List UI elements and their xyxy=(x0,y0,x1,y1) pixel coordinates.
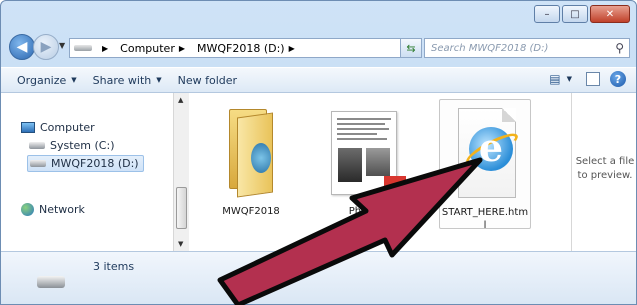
file-list: MWQF2018 Photo ions20 e START_HERE.htm l xyxy=(189,93,571,251)
organize-button[interactable]: Organize ▼ xyxy=(17,74,77,87)
document-thumbnail-icon xyxy=(331,111,406,195)
nav-item-computer[interactable]: Computer xyxy=(21,121,95,134)
window-controls: – □ ✕ xyxy=(532,5,630,23)
maximize-button[interactable]: □ xyxy=(562,5,588,23)
breadcrumb-computer[interactable]: Computer ▶ xyxy=(120,42,191,55)
new-folder-button[interactable]: New folder xyxy=(178,74,237,87)
file-item-folder[interactable]: MWQF2018 xyxy=(205,99,297,229)
share-with-button[interactable]: Share with ▼ xyxy=(93,74,162,87)
computer-icon xyxy=(21,122,35,133)
help-icon[interactable]: ? xyxy=(610,71,626,87)
command-bar: Organize ▼ Share with ▼ New folder ▤ ▼ ? xyxy=(1,67,636,93)
scroll-up-icon[interactable]: ▲ xyxy=(178,96,183,104)
search-icon[interactable]: ⚲ xyxy=(615,41,624,55)
file-item-pdf[interactable]: Photo ions20 xyxy=(317,99,409,230)
nav-item-network[interactable]: Network xyxy=(21,203,85,216)
nav-item-mwqf2018[interactable]: MWQF2018 (D:) xyxy=(27,155,144,172)
forward-button[interactable]: ▶ xyxy=(33,34,59,60)
drive-icon xyxy=(37,276,65,288)
scroll-down-icon[interactable]: ▼ xyxy=(178,240,183,248)
navigation-pane: Computer System (C:) MWQF2018 (D:) Netwo… xyxy=(1,93,173,251)
folder-icon xyxy=(229,109,275,198)
preview-pane-icon[interactable] xyxy=(586,72,600,86)
close-button[interactable]: ✕ xyxy=(590,5,630,23)
nav-item-system-c[interactable]: System (C:) xyxy=(29,139,115,152)
recent-pages-dropdown-icon[interactable]: ▼ xyxy=(59,41,65,50)
nav-scrollbar[interactable]: ▲ ▼ xyxy=(173,93,189,251)
drive-icon xyxy=(30,160,46,167)
preview-pane: Select a file to preview. xyxy=(571,93,636,251)
title-bar: – □ ✕ xyxy=(1,1,636,29)
back-button[interactable]: ◀ xyxy=(9,34,35,60)
minimize-button[interactable]: – xyxy=(534,5,560,23)
drive-icon xyxy=(29,142,45,149)
view-dropdown-icon[interactable]: ▼ xyxy=(567,75,572,83)
scroll-thumb[interactable] xyxy=(176,187,187,229)
explorer-window: – □ ✕ ◀ ▶ ▼ ▶ Computer▶ MWQF2018 (D:)▶ ▼… xyxy=(0,0,637,305)
file-item-start-here[interactable]: e START_HERE.htm l xyxy=(439,99,531,231)
web-page-icon: e xyxy=(458,108,522,198)
search-input[interactable]: Search MWQF2018 (D:) ⚲ xyxy=(424,38,630,58)
internet-explorer-icon: e xyxy=(462,125,522,171)
network-icon xyxy=(21,203,34,216)
address-bar[interactable]: ▶ Computer▶ MWQF2018 (D:)▶ ▼ xyxy=(69,38,419,58)
details-pane: 3 items xyxy=(1,251,636,304)
change-view-icon[interactable]: ▤ xyxy=(549,72,560,86)
address-row: ◀ ▶ ▼ ▶ Computer▶ MWQF2018 (D:)▶ ▼ ⇆ Sea… xyxy=(1,31,636,65)
drive-icon xyxy=(74,45,92,51)
breadcrumb-drive[interactable]: MWQF2018 (D:) ▶ xyxy=(197,42,301,55)
breadcrumb-root-arrow[interactable]: ▶ xyxy=(98,44,114,53)
refresh-button[interactable]: ⇆ xyxy=(400,38,422,58)
content-area: Computer System (C:) MWQF2018 (D:) Netwo… xyxy=(1,93,636,251)
